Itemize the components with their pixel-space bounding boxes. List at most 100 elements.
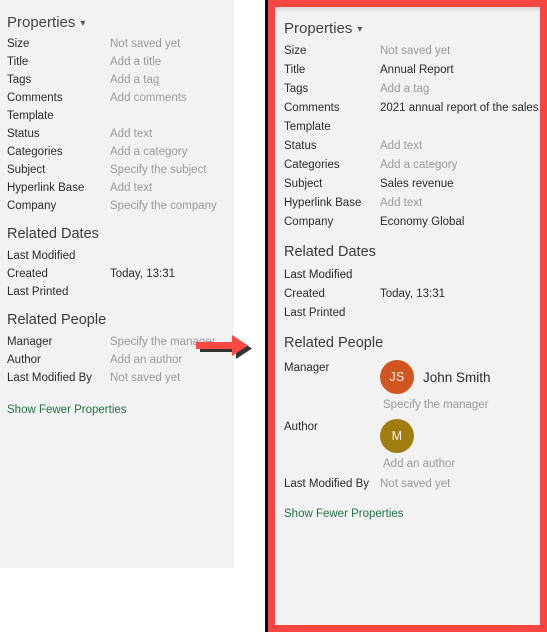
properties-panel-after-wrapper: Properties ▾ Size Not saved yet Title An… (265, 0, 547, 632)
property-label: Status (7, 128, 40, 140)
manager-hint[interactable]: Specify the manager (383, 399, 491, 411)
date-label: Last Modified (284, 269, 353, 281)
chevron-down-icon[interactable]: ▾ (80, 19, 85, 29)
person-value[interactable]: Add an author (110, 354, 182, 366)
related-dates-heading: Related Dates (284, 244, 376, 260)
date-row[interactable]: Created Today, 13:31 (7, 268, 234, 280)
show-fewer-properties-row: Show Fewer Properties (284, 504, 540, 522)
property-label: Subject (7, 164, 46, 176)
property-label: Company (284, 216, 334, 228)
right-arrow-annotation (196, 333, 262, 361)
property-value[interactable]: Add a tag (380, 83, 429, 95)
property-row[interactable]: Company Economy Global (284, 216, 540, 228)
property-row[interactable]: Categories Add a category (284, 159, 540, 171)
property-value[interactable]: Add text (380, 140, 422, 152)
person-value: Not saved yet (110, 372, 181, 384)
avatar[interactable]: JS (380, 360, 414, 394)
property-value[interactable]: Sales revenue (380, 178, 454, 190)
property-row[interactable]: Hyperlink Base Add text (7, 182, 234, 194)
property-label: Size (284, 45, 307, 57)
related-dates-heading: Related Dates (7, 226, 99, 242)
date-row[interactable]: Last Printed (284, 307, 540, 319)
property-value[interactable]: Not saved yet (380, 45, 450, 57)
date-label: Last Printed (284, 307, 346, 319)
property-label: Status (284, 140, 317, 152)
property-value[interactable]: Specify the subject (110, 164, 207, 176)
properties-header-before[interactable]: Properties ▾ (7, 14, 234, 31)
avatar[interactable]: M (380, 419, 414, 453)
properties-title: Properties (7, 14, 76, 31)
date-label: Created (7, 268, 48, 280)
avatar-initials: JS (389, 370, 405, 384)
person-label: Manager (284, 362, 330, 374)
property-label: Size (7, 38, 30, 50)
property-row[interactable]: Title Annual Report (284, 64, 540, 76)
properties-panel-after: Properties ▾ Size Not saved yet Title An… (275, 7, 540, 625)
properties-header-after[interactable]: Properties ▾ (284, 20, 540, 37)
property-label: Hyperlink Base (7, 182, 85, 194)
property-row[interactable]: Hyperlink Base Add text (284, 197, 540, 209)
properties-list-after: Size Not saved yet Title Annual Report T… (284, 45, 540, 228)
show-fewer-properties-link[interactable]: Show Fewer Properties (284, 508, 404, 520)
date-row[interactable]: Last Modified (284, 269, 540, 281)
property-row[interactable]: Size Not saved yet (284, 45, 540, 57)
property-label: Title (284, 64, 306, 76)
property-value[interactable]: Not saved yet (110, 38, 180, 50)
manager-row[interactable]: Manager JS John Smith Specify the manage… (284, 360, 540, 411)
avatar-initials: M (391, 429, 403, 443)
author-row[interactable]: Author M Add an author (284, 419, 540, 470)
date-row[interactable]: Created Today, 13:31 (284, 288, 540, 300)
show-fewer-properties-link[interactable]: Show Fewer Properties (7, 404, 127, 416)
property-label: Subject (284, 178, 323, 190)
person-label: Manager (7, 336, 53, 348)
property-label: Comments (7, 92, 63, 104)
property-row[interactable]: Status Add text (284, 140, 540, 152)
related-people-heading: Related People (284, 335, 384, 351)
property-row[interactable]: Template (284, 121, 540, 133)
property-value[interactable]: Add comments (110, 92, 187, 104)
author-hint[interactable]: Add an author (383, 458, 455, 470)
property-row[interactable]: Company Specify the company (7, 200, 234, 212)
property-value[interactable]: Add a tag (110, 74, 159, 86)
property-value[interactable]: Add text (380, 197, 422, 209)
property-value[interactable]: Add a title (110, 56, 161, 68)
person-label: Author (284, 421, 318, 433)
chevron-down-icon[interactable]: ▾ (357, 25, 362, 35)
property-label: Categories (284, 159, 340, 171)
property-value[interactable]: Add a category (110, 146, 187, 158)
property-value[interactable]: Specify the company (110, 200, 217, 212)
property-value[interactable]: Add a category (380, 159, 457, 171)
property-value[interactable]: Economy Global (380, 216, 464, 228)
last-modified-by-row[interactable]: Last Modified By Not saved yet (284, 478, 540, 490)
property-row[interactable]: Subject Sales revenue (284, 178, 540, 190)
properties-list-before: Size Not saved yet Title Add a title Tag… (7, 38, 234, 212)
properties-panel-before: Properties ▾ Size Not saved yet Title Ad… (0, 0, 234, 568)
property-row[interactable]: Title Add a title (7, 56, 234, 68)
property-value[interactable]: Add text (110, 182, 152, 194)
property-row[interactable]: Subject Specify the subject (7, 164, 234, 176)
property-row[interactable]: Template (7, 110, 234, 122)
property-row[interactable]: Status Add text (7, 128, 234, 140)
property-row[interactable]: Size Not saved yet (7, 38, 234, 50)
date-label: Created (284, 288, 325, 300)
date-label: Last Modified (7, 250, 76, 262)
person-row[interactable]: Last Modified By Not saved yet (7, 372, 234, 384)
property-row[interactable]: Comments 2021 annual report of the sales (284, 102, 540, 114)
manager-name[interactable]: John Smith (423, 370, 491, 385)
property-row[interactable]: Tags Add a tag (284, 83, 540, 95)
property-value[interactable]: Annual Report (380, 64, 454, 76)
property-row[interactable]: Categories Add a category (7, 146, 234, 158)
person-value: Not saved yet (380, 478, 451, 490)
property-value[interactable]: Add text (110, 128, 152, 140)
property-label: Hyperlink Base (284, 197, 362, 209)
property-label: Tags (284, 83, 309, 95)
property-label: Tags (7, 74, 32, 86)
related-dates-list-before: Last Modified Created Today, 13:31 Last … (7, 250, 234, 298)
date-row[interactable]: Last Printed (7, 286, 234, 298)
property-label: Categories (7, 146, 63, 158)
property-row[interactable]: Comments Add comments (7, 92, 234, 104)
person-label: Last Modified By (284, 478, 370, 490)
property-row[interactable]: Tags Add a tag (7, 74, 234, 86)
property-value[interactable]: 2021 annual report of the sales (380, 102, 539, 114)
date-row[interactable]: Last Modified (7, 250, 234, 262)
